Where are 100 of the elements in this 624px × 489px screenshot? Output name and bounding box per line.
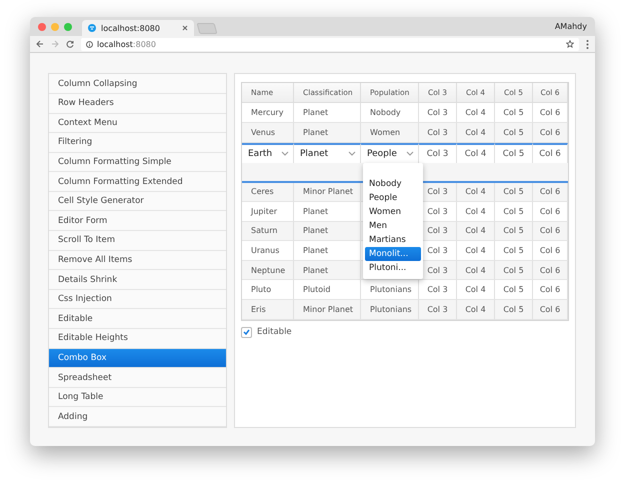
info-icon <box>86 40 93 48</box>
sidebar-item[interactable]: Details Shrink <box>49 270 226 290</box>
table-cell: Col 5 <box>495 103 533 123</box>
table-cell: Venus <box>242 122 294 142</box>
dropdown-option[interactable]: Plutoni... <box>365 261 421 276</box>
address-bar[interactable]: localhost:8080 <box>81 38 579 51</box>
dropdown-option[interactable]: People <box>365 191 421 206</box>
table-cell: Col 4 <box>457 122 495 142</box>
sidebar-item[interactable]: Cell Style Generator <box>49 192 226 212</box>
close-icon[interactable] <box>182 25 188 32</box>
sidebar-item[interactable]: Editor Form <box>49 211 226 232</box>
star-icon[interactable] <box>566 40 574 48</box>
sidebar-item[interactable]: Scroll To Item <box>49 231 226 251</box>
sidebar-item[interactable]: Editable <box>49 309 226 330</box>
dropdown-option[interactable]: Women <box>365 205 421 220</box>
sidebar-item[interactable]: Filtering <box>49 133 226 153</box>
table-cell: Saturn <box>242 222 294 242</box>
table-cell: Plutonians <box>361 280 419 300</box>
table-cell: Planet <box>294 103 361 123</box>
combo-box[interactable]: People <box>367 148 418 158</box>
back-icon[interactable] <box>36 40 44 48</box>
combo-box[interactable]: Planet <box>300 148 360 158</box>
table-cell: Col 4 <box>457 103 495 123</box>
table-cell: Planet <box>294 260 361 280</box>
sidebar-item[interactable]: Column Formatting Extended <box>49 172 226 192</box>
table-cell: Nobody <box>361 103 419 123</box>
sidebar-item[interactable]: Long Table <box>49 388 226 408</box>
table-cell: Col 6 <box>533 222 568 242</box>
table-cell: Col 4 <box>457 222 495 242</box>
table-cell: Mercury <box>242 103 294 123</box>
chevron-down-icon[interactable] <box>281 151 289 156</box>
close-icon[interactable] <box>38 22 46 31</box>
sidebar-item[interactable]: Combo Box <box>49 348 226 368</box>
table-cell: Col 6 <box>533 182 568 202</box>
dropdown-option[interactable]: Martians <box>365 233 421 248</box>
table-cell: Col 6 <box>533 103 568 123</box>
table-cell: Col 6 <box>533 241 568 261</box>
table-cell: Col 3 <box>419 122 457 142</box>
sidebar-item[interactable]: Row Headers <box>49 94 226 114</box>
table-cell: Col 3 <box>426 148 448 158</box>
sidebar-item[interactable]: Column Formatting Simple <box>49 152 226 172</box>
dropdown-option[interactable]: Nobody <box>365 177 421 192</box>
table-cell: Col 5 <box>495 260 533 280</box>
sidebar-item[interactable]: Spreadsheet <box>49 368 226 388</box>
table-cell: Col 5 <box>495 122 533 142</box>
table-cell: Col 4 <box>457 280 495 300</box>
table-cell: Neptune <box>242 260 294 280</box>
table-cell: Col 4 <box>457 202 495 222</box>
table-cell: Col 4 <box>457 182 495 202</box>
sidebar-item[interactable]: Column Collapsing <box>49 74 226 94</box>
table-cell: Minor Planet <box>294 182 361 202</box>
check-icon <box>243 329 250 336</box>
table-cell: Jupiter <box>242 202 294 222</box>
table-cell: Ceres <box>242 182 294 202</box>
table-cell: Planet <box>294 241 361 261</box>
user-name[interactable]: AMahdy <box>554 22 587 31</box>
dropdown-option[interactable]: Men <box>365 219 421 234</box>
table-cell: Planet <box>294 222 361 242</box>
table-cell: Col 5 <box>495 300 533 320</box>
table-cell: Plutonians <box>361 300 419 320</box>
table-cell: Col 4 <box>457 260 495 280</box>
table-cell: Col 6 <box>539 148 561 158</box>
browser-tab[interactable]: localhost:8080 <box>82 20 194 36</box>
table-cell: Col 5 <box>495 202 533 222</box>
checkbox[interactable] <box>241 326 252 338</box>
table-cell: Plutoid <box>294 280 361 300</box>
site-icon <box>88 24 96 32</box>
chevron-down-icon[interactable] <box>406 151 414 156</box>
table-cell: Eris <box>242 300 294 320</box>
sidebar-item[interactable]: Adding <box>49 407 226 427</box>
forward-icon[interactable] <box>51 40 59 48</box>
sidebar-item[interactable]: Context Menu <box>49 114 226 134</box>
menu-icon[interactable] <box>586 40 589 49</box>
table-cell: Minor Planet <box>294 300 361 320</box>
table-cell: Col 6 <box>533 300 568 320</box>
table-cell: Planet <box>294 202 361 222</box>
table-cell: Col 3 <box>419 280 457 300</box>
maximize-icon[interactable] <box>64 22 72 31</box>
table-cell: Planet <box>294 122 361 142</box>
sidebar-item[interactable]: Editable Heights <box>49 329 226 349</box>
table-cell: Col 6 <box>533 260 568 280</box>
table-cell: Col 4 <box>457 300 495 320</box>
table-cell: Col 6 <box>533 122 568 142</box>
table-cell: Col 6 <box>533 202 568 222</box>
table-cell: Col 3 <box>419 103 457 123</box>
table-cell: Col 5 <box>495 280 533 300</box>
table-cell: Col 5 <box>495 222 533 242</box>
sidebar-item[interactable]: Remove All Items <box>49 250 226 270</box>
table-cell: Col 6 <box>533 280 568 300</box>
sidebar-item[interactable]: Css Injection <box>49 290 226 310</box>
table-cell: Col 4 <box>457 241 495 261</box>
table-cell: Col 5 <box>495 241 533 261</box>
table-cell: Col 5 <box>495 182 533 202</box>
combo-box[interactable]: Earth <box>248 148 293 158</box>
reload-icon[interactable] <box>66 40 74 48</box>
dropdown-option[interactable]: Monolit... <box>365 247 421 262</box>
table-cell: Women <box>361 122 419 142</box>
table-cell: Col 4 <box>464 148 486 158</box>
editable-checkbox[interactable]: Editable <box>241 326 569 338</box>
chevron-down-icon[interactable] <box>348 151 356 156</box>
